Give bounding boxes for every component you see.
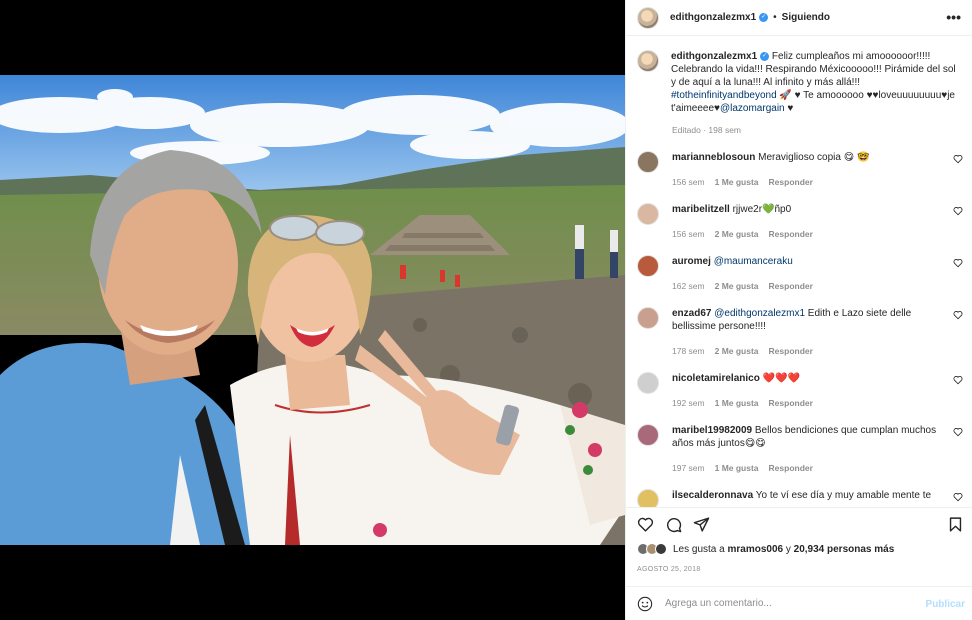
likes-user[interactable]: mramos006 [727, 544, 783, 555]
comment-avatar[interactable] [637, 489, 659, 507]
instagram-post-modal: edithgonzalezmx1 ✓ • Siguiendo ••• edith… [0, 0, 972, 620]
comment-username[interactable]: ilsecalderonnava [672, 490, 753, 501]
comment-mention[interactable]: @maumanceraku [714, 256, 793, 267]
comment-text: Meraviglioso copia 😋 🤓 [758, 152, 870, 163]
comment-username[interactable]: auromej [672, 256, 711, 267]
comment-reply-button[interactable]: Responder [769, 398, 813, 408]
comment-time[interactable]: 156 sem [672, 229, 705, 239]
comment-avatar[interactable] [637, 307, 659, 329]
heart-icon[interactable] [953, 427, 963, 437]
comment-text: ❤️❤️❤️ [762, 373, 800, 384]
likes-prefix: Les gusta a [673, 543, 728, 555]
caption-avatar[interactable] [637, 50, 659, 72]
comment-meta: 162 sem 2 Me gusta Responder [672, 281, 813, 291]
comment-meta: 197 sem 1 Me gusta Responder [672, 463, 813, 473]
comment-avatar[interactable] [637, 372, 659, 394]
comment-time[interactable]: 178 sem [672, 346, 705, 356]
heart-icon[interactable] [953, 258, 963, 268]
post-caption: edithgonzalezmx1 ✓ Feliz cumpleaños mi am… [637, 50, 967, 115]
caption-username[interactable]: edithgonzalezmx1 [671, 51, 757, 62]
comment-username[interactable]: maribel19982009 [672, 425, 752, 436]
comment-meta: 192 sem 1 Me gusta Responder [672, 398, 813, 408]
following-button[interactable]: Siguiendo [782, 12, 830, 23]
comment-time[interactable]: 162 sem [672, 281, 705, 291]
comment-avatar[interactable] [637, 203, 659, 225]
comment-avatar[interactable] [637, 424, 659, 446]
post-media-pane [0, 0, 625, 620]
author-username[interactable]: edithgonzalezmx1 [670, 12, 756, 23]
comment-likes[interactable]: 1 Me gusta [715, 177, 759, 187]
selfie-pyramid-photo [0, 75, 625, 545]
comment-mention[interactable]: @edithgonzalezmx1 [714, 308, 805, 319]
likes-middle: y [783, 543, 794, 555]
verified-badge-icon: ✓ [759, 13, 769, 22]
comment-meta: 156 sem 2 Me gusta Responder [672, 229, 813, 239]
heart-icon[interactable] [953, 492, 963, 502]
post-side-panel: edithgonzalezmx1 ✓ • Siguiendo ••• edith… [625, 0, 972, 620]
likes-count[interactable]: 20,934 personas más [794, 544, 895, 555]
comment-body: nicoletamirelanico ❤️❤️❤️ [672, 372, 942, 385]
comment-meta: 156 sem 1 Me gusta Responder [672, 177, 813, 187]
more-options-icon[interactable]: ••• [946, 10, 961, 24]
comment-username[interactable]: maribelitzell [672, 204, 730, 215]
comment-time[interactable]: 197 sem [672, 463, 705, 473]
post-header: edithgonzalezmx1 ✓ • Siguiendo ••• [626, 0, 972, 36]
comment-meta: 178 sem 2 Me gusta Responder [672, 346, 813, 356]
likes-text: Les gusta a mramos006 y 20,934 personas … [673, 544, 894, 555]
comment-avatar[interactable] [637, 255, 659, 277]
post-photo[interactable] [0, 75, 625, 545]
comment-reply-button[interactable]: Responder [769, 177, 813, 187]
comment-body: ilsecalderonnava Yo te ví ese día y muy … [672, 489, 942, 502]
comment-username[interactable]: marianneblosoun [672, 152, 755, 163]
author-avatar[interactable] [637, 6, 659, 29]
comment-text: Yo te ví ese día y muy amable mente te [755, 490, 932, 501]
caption-edited: Editado [672, 125, 701, 135]
caption-hashtag[interactable]: #totheinfinityandbeyond [671, 90, 777, 101]
comment-username[interactable]: enzad67 [672, 308, 711, 319]
comment-avatar[interactable] [637, 151, 659, 173]
caption-mention[interactable]: @lazomargain [720, 103, 785, 114]
comment-body: auromej @maumanceraku [672, 255, 942, 268]
comments-scroll-area[interactable]: edithgonzalezmx1 ✓ Feliz cumpleaños mi am… [626, 37, 972, 507]
like-heart-icon[interactable] [637, 516, 654, 533]
add-comment-input[interactable]: Agrega un comentario... [665, 598, 772, 609]
post-date[interactable]: AGOSTO 25, 2018 [637, 566, 701, 573]
liker-avatar [655, 543, 667, 555]
comment-reply-button[interactable]: Responder [769, 346, 813, 356]
comment-body: marianneblosoun Meraviglioso copia 😋 🤓 [672, 151, 942, 164]
comment-likes[interactable]: 1 Me gusta [715, 463, 759, 473]
comment-text: rjjwe2r💚ñp0 [732, 204, 792, 215]
comment-likes[interactable]: 2 Me gusta [715, 229, 759, 239]
comment-likes[interactable]: 2 Me gusta [715, 346, 759, 356]
caption-text-3: ♥ [784, 103, 794, 114]
post-actions-bar [626, 507, 972, 540]
comment-username[interactable]: nicoletamirelanico [672, 373, 760, 384]
caption-meta: Editado · 198 sem [672, 125, 742, 135]
heart-icon[interactable] [953, 310, 963, 320]
save-bookmark-icon[interactable] [947, 516, 964, 533]
comment-time[interactable]: 192 sem [672, 398, 705, 408]
comment-body: enzad67 @edithgonzalezmx1 Edith e Lazo s… [672, 307, 942, 333]
heart-icon[interactable] [953, 206, 963, 216]
comment-likes[interactable]: 2 Me gusta [715, 281, 759, 291]
heart-icon[interactable] [953, 154, 963, 164]
heart-icon[interactable] [953, 375, 963, 385]
comment-body: maribelitzell rjjwe2r💚ñp0 [672, 203, 942, 216]
comment-time[interactable]: 156 sem [672, 177, 705, 187]
comment-body: maribel19982009 Bellos bendiciones que c… [672, 424, 942, 450]
likes-summary: Les gusta a mramos006 y 20,934 personas … [637, 543, 894, 555]
caption-text: edithgonzalezmx1 ✓ Feliz cumpleaños mi am… [671, 50, 956, 115]
header-separator: • [773, 12, 777, 23]
comment-reply-button[interactable]: Responder [769, 281, 813, 291]
comment-reply-button[interactable]: Responder [769, 229, 813, 239]
share-send-icon[interactable] [693, 516, 710, 533]
emoji-icon[interactable] [637, 596, 653, 612]
caption-verified-badge-icon: ✓ [760, 51, 770, 61]
caption-time[interactable]: 198 sem [708, 125, 741, 135]
comment-bubble-icon[interactable] [665, 516, 682, 533]
comment-likes[interactable]: 1 Me gusta [715, 398, 759, 408]
comment-reply-button[interactable]: Responder [769, 463, 813, 473]
add-comment-bar: Agrega un comentario... Publicar [626, 586, 972, 620]
publish-button[interactable]: Publicar [926, 599, 965, 610]
